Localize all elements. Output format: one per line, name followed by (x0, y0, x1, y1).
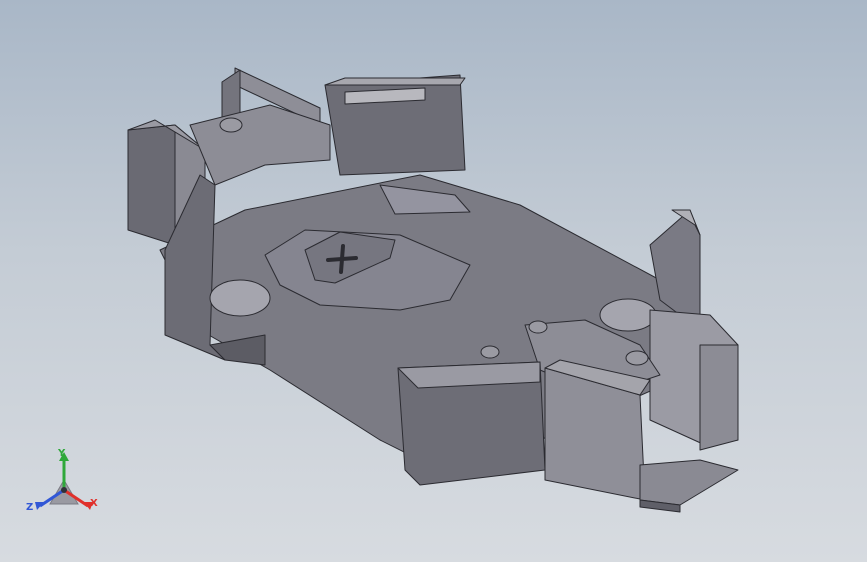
right-rivet (625, 350, 649, 366)
axis-label-y: Y (58, 448, 66, 459)
axis-label-x: X (90, 498, 98, 509)
coin-cell-holder-model[interactable] (0, 0, 867, 562)
center-rivet-2 (528, 320, 548, 334)
triad-graphic (35, 452, 93, 510)
center-rivet-1 (480, 345, 500, 359)
orientation-triad[interactable]: X Y Z (26, 448, 104, 524)
axis-label-z: Z (26, 502, 34, 513)
solder-tab (639, 459, 739, 506)
right-cutout (599, 298, 657, 332)
left-cutout (209, 279, 271, 317)
graphics-viewport[interactable]: X Y Z (0, 0, 867, 562)
left-rivet (219, 117, 243, 133)
left-end-wall (127, 124, 176, 246)
